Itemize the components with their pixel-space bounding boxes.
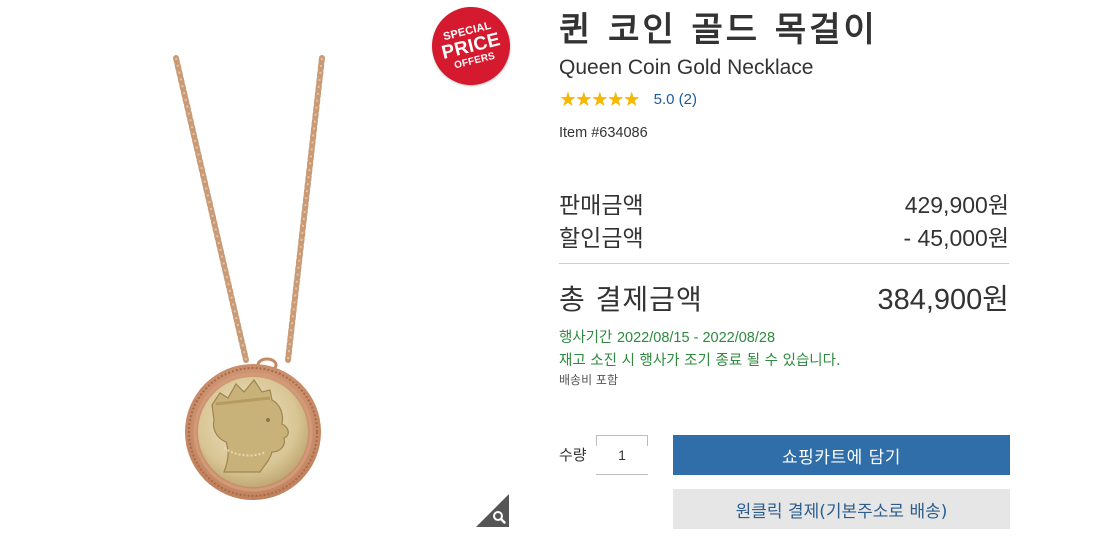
event-period-dates: 2022/08/15 - 2022/08/28 bbox=[616, 330, 776, 346]
sale-price-label: 판매금액 bbox=[559, 193, 644, 219]
rating: ★★★★★ 5.0 (2) bbox=[559, 89, 697, 109]
event-period: 행사기간 2022/08/15 - 2022/08/28 bbox=[559, 326, 775, 347]
review-count-link[interactable]: 5.0 (2) bbox=[654, 91, 697, 108]
zoom-button[interactable] bbox=[476, 494, 509, 527]
sale-price-value: 429,900원 bbox=[904, 192, 1009, 218]
event-period-label: 행사기간 bbox=[559, 330, 613, 346]
discount-label: 할인금액 bbox=[559, 226, 644, 252]
quantity-box bbox=[596, 435, 648, 475]
one-click-checkout-button[interactable]: 원클릭 결제(기본주소로 배송) bbox=[673, 489, 1010, 529]
item-number: Item #634086 bbox=[559, 125, 648, 141]
discount-value: - 45,000원 bbox=[903, 225, 1009, 251]
price-divider bbox=[559, 263, 1009, 264]
shipping-note: 배송비 포함 bbox=[559, 373, 619, 387]
product-detail-page: SPECIAL PRICE OFFERS 퀸 코인 골드 목걸이 Queen C… bbox=[0, 0, 1107, 541]
product-image-area: SPECIAL PRICE OFFERS bbox=[120, 0, 519, 530]
add-to-cart-button[interactable]: 쇼핑카트에 담기 bbox=[673, 435, 1010, 475]
sale-price-row: 판매금액 429,900원 bbox=[559, 186, 1009, 220]
total-price-value: 384,900원 bbox=[877, 284, 1009, 316]
product-title-en: Queen Coin Gold Necklace bbox=[559, 56, 814, 79]
quantity-input[interactable] bbox=[596, 436, 648, 474]
discount-row: 할인금액 - 45,000원 bbox=[559, 219, 1009, 253]
total-price-label: 총 결제금액 bbox=[559, 283, 703, 316]
total-price-row: 총 결제금액 384,900원 bbox=[559, 276, 1009, 318]
event-note: 재고 소진 시 행사가 조기 종료 될 수 있습니다. bbox=[559, 353, 841, 369]
quantity-label: 수량 bbox=[559, 446, 587, 464]
star-icon: ★★★★★ bbox=[559, 87, 641, 111]
product-title-ko: 퀸 코인 골드 목걸이 bbox=[559, 10, 878, 50]
